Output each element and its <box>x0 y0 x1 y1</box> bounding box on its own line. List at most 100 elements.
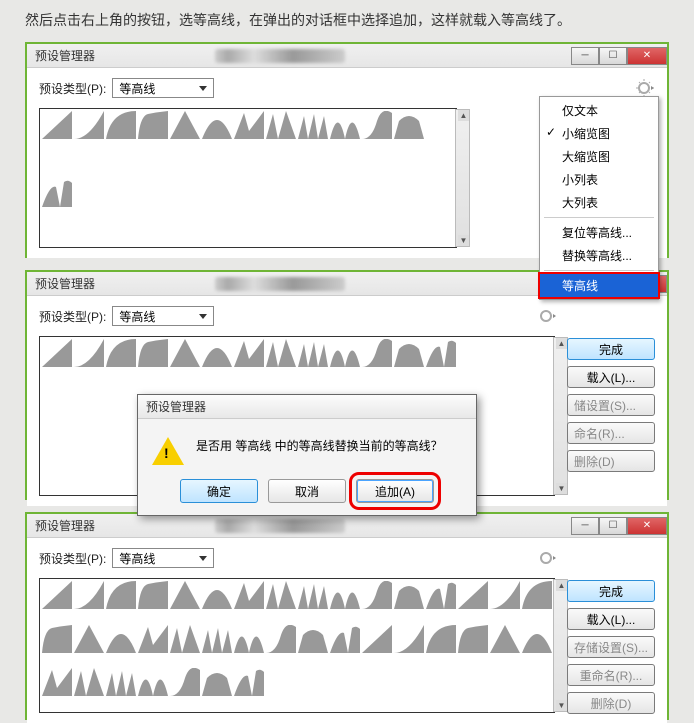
contour-thumb[interactable] <box>138 581 168 609</box>
contour-thumb[interactable] <box>426 339 456 367</box>
contour-thumb[interactable] <box>42 625 72 653</box>
menu-large-list[interactable]: 大列表 <box>540 191 658 214</box>
done-button[interactable]: 完成 <box>567 580 655 602</box>
contour-thumb[interactable] <box>234 581 264 609</box>
contour-thumb[interactable] <box>106 339 136 367</box>
contour-thumb[interactable] <box>330 339 360 367</box>
contour-thumb[interactable] <box>234 111 264 139</box>
gear-icon[interactable] <box>635 78 655 98</box>
contour-thumb[interactable] <box>330 625 360 653</box>
contour-thumb[interactable] <box>362 625 392 653</box>
contour-thumb[interactable] <box>490 625 520 653</box>
scroll-down[interactable]: ▼ <box>458 235 469 246</box>
menu-text-only[interactable]: 仅文本 <box>540 99 658 122</box>
scroll-down[interactable]: ▼ <box>556 700 567 711</box>
contour-thumb[interactable] <box>42 581 72 609</box>
contour-thumb[interactable] <box>266 111 296 139</box>
contour-thumb[interactable] <box>394 581 424 609</box>
contour-thumb[interactable] <box>202 111 232 139</box>
contour-thumb[interactable] <box>202 668 232 696</box>
contour-thumb[interactable] <box>426 625 456 653</box>
contour-thumb[interactable] <box>170 668 200 696</box>
contour-thumb[interactable] <box>170 625 200 653</box>
contour-thumb[interactable] <box>458 625 488 653</box>
maximize-button[interactable]: ☐ <box>599 517 627 535</box>
menu-replace-contours[interactable]: 替换等高线... <box>540 244 658 267</box>
contour-thumb[interactable] <box>138 625 168 653</box>
minimize-button[interactable]: ─ <box>571 517 599 535</box>
contour-thumb[interactable] <box>330 111 360 139</box>
contour-thumb[interactable] <box>298 339 328 367</box>
contour-thumb[interactable] <box>74 581 104 609</box>
contour-thumb[interactable] <box>42 111 72 139</box>
contour-thumb[interactable] <box>74 625 104 653</box>
close-button[interactable]: ✕ <box>627 517 667 535</box>
done-button[interactable]: 完成 <box>567 338 655 360</box>
contour-thumb[interactable] <box>266 625 296 653</box>
gear-icon[interactable] <box>537 548 557 568</box>
contour-thumb[interactable] <box>298 625 328 653</box>
contour-thumb[interactable] <box>106 668 136 696</box>
contour-thumb[interactable] <box>170 339 200 367</box>
menu-contours-highlighted[interactable]: 等高线 <box>538 272 660 299</box>
minimize-button[interactable]: ─ <box>571 47 599 65</box>
save-settings-button[interactable]: 存储设置(S)... <box>567 636 655 658</box>
contour-thumb[interactable] <box>234 625 264 653</box>
menu-small-list[interactable]: 小列表 <box>540 168 658 191</box>
close-button[interactable]: ✕ <box>627 47 667 65</box>
contour-thumb[interactable] <box>298 581 328 609</box>
rename-button[interactable]: 命名(R)... <box>567 422 655 444</box>
contour-thumb[interactable] <box>170 111 200 139</box>
contour-thumb[interactable] <box>42 668 72 696</box>
append-button[interactable]: 追加(A) <box>356 479 434 503</box>
contour-thumb[interactable] <box>202 625 232 653</box>
contour-thumb[interactable] <box>234 339 264 367</box>
load-button[interactable]: 载入(L)... <box>567 366 655 388</box>
contour-thumb[interactable] <box>42 339 72 367</box>
delete-button[interactable]: 删除(D) <box>567 692 655 714</box>
contour-thumb[interactable] <box>74 668 104 696</box>
contour-thumb[interactable] <box>362 581 392 609</box>
scroll-up[interactable]: ▲ <box>458 110 469 121</box>
contour-thumb[interactable] <box>170 581 200 609</box>
contour-thumb[interactable] <box>74 111 104 139</box>
contour-thumb[interactable] <box>138 668 168 696</box>
cancel-button[interactable]: 取消 <box>268 479 346 503</box>
menu-reset-contours[interactable]: 复位等高线... <box>540 221 658 244</box>
contour-thumb[interactable] <box>202 581 232 609</box>
contour-thumb[interactable] <box>138 339 168 367</box>
contour-thumb[interactable] <box>362 111 392 139</box>
contour-thumb[interactable] <box>522 625 552 653</box>
contour-thumb[interactable] <box>330 581 360 609</box>
contour-thumb[interactable] <box>138 111 168 139</box>
preset-type-select[interactable]: 等高线 <box>112 78 214 98</box>
contour-thumb[interactable] <box>298 111 328 139</box>
scroll-down[interactable]: ▼ <box>556 483 567 494</box>
load-button[interactable]: 载入(L)... <box>567 608 655 630</box>
contour-thumb[interactable] <box>426 581 456 609</box>
contour-thumb[interactable] <box>266 339 296 367</box>
maximize-button[interactable]: ☐ <box>599 47 627 65</box>
contour-thumb[interactable] <box>522 581 552 609</box>
contour-thumb[interactable] <box>458 581 488 609</box>
contour-thumb[interactable] <box>74 339 104 367</box>
contour-thumb[interactable] <box>394 339 424 367</box>
contour-thumb[interactable] <box>106 625 136 653</box>
save-settings-button[interactable]: 储设置(S)... <box>567 394 655 416</box>
rename-button[interactable]: 重命名(R)... <box>567 664 655 686</box>
contour-thumb[interactable] <box>234 668 264 696</box>
delete-button[interactable]: 删除(D) <box>567 450 655 472</box>
contour-thumb[interactable] <box>394 111 424 139</box>
preset-type-select[interactable]: 等高线 <box>112 306 214 326</box>
contour-thumb[interactable] <box>42 179 72 207</box>
contour-thumb[interactable] <box>106 581 136 609</box>
contour-thumb[interactable] <box>266 581 296 609</box>
ok-button[interactable]: 确定 <box>180 479 258 503</box>
menu-large-thumbnail[interactable]: 大缩览图 <box>540 145 658 168</box>
contour-thumb[interactable] <box>490 581 520 609</box>
contour-thumb[interactable] <box>362 339 392 367</box>
scroll-up[interactable]: ▲ <box>556 338 567 349</box>
contour-thumb[interactable] <box>394 625 424 653</box>
menu-small-thumbnail[interactable]: 小缩览图 <box>540 122 658 145</box>
contour-thumb[interactable] <box>202 339 232 367</box>
